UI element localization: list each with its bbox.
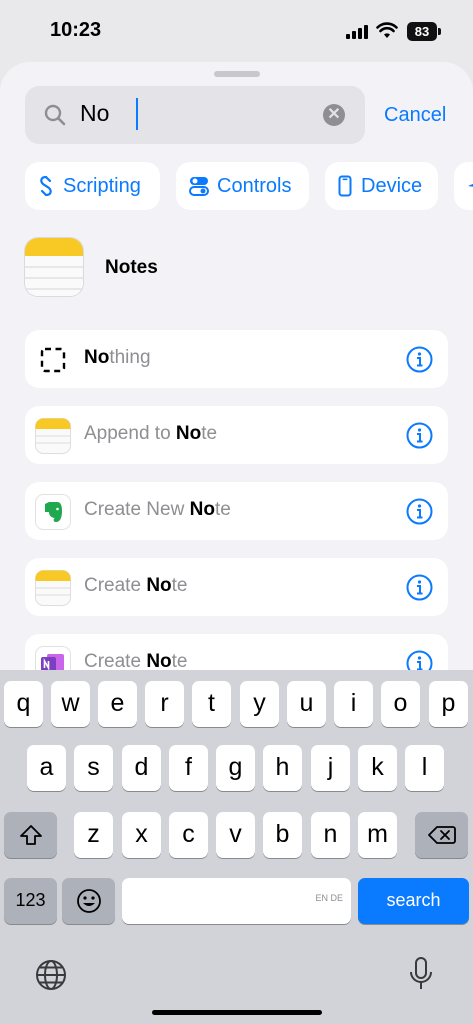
key-g[interactable]: g bbox=[216, 745, 255, 791]
evernote-icon bbox=[35, 494, 71, 530]
notes-app-icon bbox=[35, 418, 71, 454]
key-i[interactable]: i bbox=[334, 681, 373, 727]
key-w[interactable]: w bbox=[51, 681, 90, 727]
key-a[interactable]: a bbox=[27, 745, 66, 791]
action-row-nothing[interactable]: Nothing bbox=[25, 330, 448, 388]
space-key[interactable]: EN DE bbox=[122, 878, 351, 924]
action-row-append-to-note[interactable]: Append to Note bbox=[25, 406, 448, 464]
search-key[interactable]: search bbox=[358, 878, 469, 924]
phone-icon bbox=[338, 175, 352, 197]
globe-icon[interactable] bbox=[34, 958, 68, 992]
action-row-create-note[interactable]: Create Note bbox=[25, 558, 448, 616]
key-e[interactable]: e bbox=[98, 681, 137, 727]
app-result-label: Notes bbox=[105, 257, 158, 278]
chip-scripting[interactable]: Scripting bbox=[25, 162, 160, 210]
action-label: Nothing bbox=[84, 347, 151, 368]
key-d[interactable]: d bbox=[122, 745, 161, 791]
status-bar: 10:23 83 bbox=[0, 0, 473, 62]
location-arrow-icon bbox=[468, 183, 473, 187]
app-result-notes[interactable]: Notes bbox=[25, 238, 445, 298]
battery-tip bbox=[438, 28, 441, 35]
delete-icon bbox=[427, 826, 456, 844]
toggle-icon bbox=[189, 177, 209, 196]
key-r[interactable]: r bbox=[145, 681, 184, 727]
key-o[interactable]: o bbox=[381, 681, 420, 727]
cellular-signal-icon bbox=[346, 25, 368, 39]
emoji-icon bbox=[76, 889, 101, 913]
delete-key[interactable] bbox=[415, 812, 468, 858]
key-x[interactable]: x bbox=[122, 812, 161, 858]
microphone-icon[interactable] bbox=[408, 956, 434, 994]
key-p[interactable]: p bbox=[429, 681, 468, 727]
search-input[interactable]: No bbox=[80, 100, 109, 127]
search-icon bbox=[44, 104, 66, 126]
key-t[interactable]: t bbox=[192, 681, 231, 727]
clear-search-button[interactable]: ✕ bbox=[323, 104, 345, 126]
nothing-icon bbox=[40, 347, 66, 373]
chip-label: Controls bbox=[217, 175, 292, 197]
key-k[interactable]: k bbox=[358, 745, 397, 791]
shift-key[interactable] bbox=[4, 812, 57, 858]
emoji-key[interactable] bbox=[62, 878, 115, 924]
key-f[interactable]: f bbox=[169, 745, 208, 791]
chip-more[interactable] bbox=[454, 162, 473, 210]
battery-icon: 83 bbox=[407, 22, 437, 41]
key-y[interactable]: y bbox=[240, 681, 279, 727]
key-v[interactable]: v bbox=[216, 812, 255, 858]
cancel-button[interactable]: Cancel bbox=[384, 104, 446, 127]
key-q[interactable]: q bbox=[4, 681, 43, 727]
action-row-create-new-note[interactable]: Create New Note bbox=[25, 482, 448, 540]
keyboard-language-hint: EN DE bbox=[315, 893, 343, 903]
notes-app-icon bbox=[35, 570, 71, 606]
search-field[interactable]: No ✕ bbox=[25, 86, 365, 144]
key-n[interactable]: n bbox=[311, 812, 350, 858]
key-c[interactable]: c bbox=[169, 812, 208, 858]
numbers-key[interactable]: 123 bbox=[4, 878, 57, 924]
info-icon[interactable] bbox=[406, 422, 433, 449]
category-chips: Scripting Controls Device bbox=[25, 162, 473, 210]
key-j[interactable]: j bbox=[311, 745, 350, 791]
chip-label: Device bbox=[361, 175, 423, 197]
action-label: Create Note bbox=[84, 575, 188, 596]
sheet-grabber[interactable] bbox=[214, 71, 260, 77]
info-icon[interactable] bbox=[406, 498, 433, 525]
chip-controls[interactable]: Controls bbox=[176, 162, 309, 210]
info-icon[interactable] bbox=[406, 346, 433, 373]
text-cursor bbox=[136, 98, 138, 130]
key-b[interactable]: b bbox=[263, 812, 302, 858]
shift-icon bbox=[19, 825, 42, 845]
key-s[interactable]: s bbox=[74, 745, 113, 791]
key-l[interactable]: l bbox=[405, 745, 444, 791]
action-label: Create New Note bbox=[84, 499, 231, 520]
chip-device[interactable]: Device bbox=[325, 162, 438, 210]
wifi-icon bbox=[376, 22, 398, 38]
status-time: 10:23 bbox=[50, 19, 102, 41]
key-m[interactable]: m bbox=[358, 812, 397, 858]
action-label: Append to Note bbox=[84, 423, 218, 444]
key-u[interactable]: u bbox=[287, 681, 326, 727]
info-icon[interactable] bbox=[406, 574, 433, 601]
keyboard: q w e r t y u i o p a s d f g h j k l z … bbox=[0, 670, 473, 1024]
key-z[interactable]: z bbox=[74, 812, 113, 858]
key-h[interactable]: h bbox=[263, 745, 302, 791]
chip-label: Scripting bbox=[63, 175, 141, 197]
scripting-icon bbox=[40, 175, 52, 197]
home-indicator[interactable] bbox=[152, 1010, 322, 1015]
notes-app-icon bbox=[25, 238, 83, 296]
